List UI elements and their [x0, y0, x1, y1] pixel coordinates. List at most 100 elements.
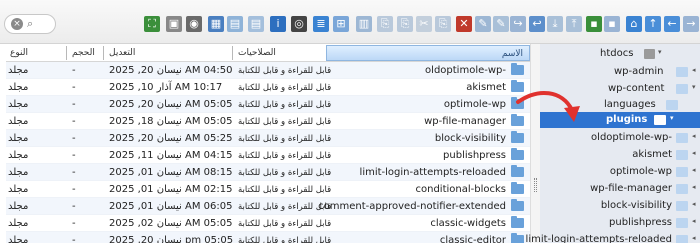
preview-icon[interactable]: ◎ — [291, 16, 307, 32]
file-name[interactable]: classic-editor — [440, 235, 506, 243]
file-name[interactable]: publishpress — [443, 150, 506, 161]
tree-node-wp-admin[interactable]: wp-admin ◂ — [600, 64, 698, 80]
folder-icon — [666, 100, 678, 110]
download-icon[interactable]: ⤓ — [547, 16, 563, 32]
tree-node-wp-content[interactable]: wp-content ▾ — [600, 81, 698, 97]
edit-icon[interactable]: ✎ — [493, 16, 509, 32]
tree-node-label: oldoptimole-wp- — [591, 132, 672, 143]
file-row[interactable]: مجلد - نيسان 20, 2025 AM 05:05 قابل للقراءة… — [6, 96, 530, 113]
file-row[interactable]: مجلد - نيسان 02, 2025 AM 05:05 قابل للقراءة… — [6, 215, 530, 232]
copy-icon[interactable]: ⎘ — [397, 16, 413, 32]
info-icon[interactable]: i — [270, 16, 286, 32]
column-permissions[interactable]: الصلاحيات — [238, 48, 276, 58]
file-type: مجلد — [8, 201, 29, 212]
tree-node-htdocs[interactable]: htdocs ▾ — [600, 46, 698, 62]
file-row[interactable]: مجلد - نيسان 01, 2025 AM 02:15 قابل للقراءة… — [6, 181, 530, 198]
up-icon[interactable]: ↑ — [645, 16, 661, 32]
view-icon[interactable]: ◉ — [186, 16, 202, 32]
search-icon: ⌕ — [27, 17, 34, 30]
file-row[interactable]: مجلد - نيسان 20, 2025 pm 05:05 قابل للقراءة… — [6, 232, 530, 243]
archive-icon[interactable]: ▣ — [166, 16, 182, 32]
file-row[interactable]: مجلد - نيسان 18, 2025 AM 05:05 قابل للقراءة… — [6, 113, 530, 130]
folder-icon — [511, 216, 524, 228]
file-name[interactable]: optimole-wp — [444, 99, 506, 110]
file-name[interactable]: comment-approved-notifier-extended — [318, 201, 506, 212]
search-box[interactable]: × ⌕ — [4, 14, 56, 34]
tree-node-plugin[interactable]: publishpress ◂ — [540, 215, 700, 231]
tree-node-plugin[interactable]: block-visibility ◂ — [540, 198, 700, 214]
file-row[interactable]: مجلد - نيسان 01, 2025 AM 08:15 قابل للقراءة… — [6, 164, 530, 181]
file-name[interactable]: oldoptimole-wp- — [425, 65, 506, 76]
file-name[interactable]: block-visibility — [435, 133, 506, 144]
file-size: - — [72, 235, 76, 243]
file-type: مجلد — [8, 116, 29, 127]
file-name[interactable]: classic-widgets — [430, 218, 506, 229]
column-name[interactable]: الاسم — [326, 45, 530, 61]
tree-node-plugin[interactable]: akismet ◂ — [540, 147, 700, 163]
upload-icon[interactable]: ⤒ — [566, 16, 582, 32]
tree-node-plugin[interactable]: oldoptimole-wp- ◂ — [540, 130, 700, 146]
save-alt-icon[interactable]: ▪ — [604, 16, 620, 32]
column-size[interactable]: الحجم — [72, 48, 95, 58]
column-type[interactable]: النوع — [10, 48, 28, 58]
back-icon[interactable]: ← — [664, 16, 680, 32]
file-row[interactable]: مجلد - نيسان 20, 2025 AM 05:25 قابل للقراءة… — [6, 130, 530, 147]
file-permissions: قابل للقراءة و قابل للكتابة — [238, 219, 332, 229]
file-rows: مجلد - نيسان 20, 2025 AM 04:50 قابل للقراءة… — [6, 62, 530, 243]
icon-view-icon[interactable]: ⊞ — [333, 16, 349, 32]
rename-icon[interactable]: ✎ — [475, 16, 491, 32]
file-name[interactable]: conditional-blocks — [416, 184, 507, 195]
chevron-left-icon: ◂ — [692, 183, 696, 191]
file-name[interactable]: limit-login-attempts-reloaded — [360, 167, 506, 178]
file-permissions: قابل للقراءة و قابل للكتابة — [238, 100, 332, 110]
tree-node-plugin[interactable]: optimole-wp ◂ — [540, 164, 700, 180]
column-modified[interactable]: التعديل — [109, 48, 135, 58]
image-icon[interactable]: ▤ — [227, 16, 243, 32]
file-modified: نيسان 01, 2025 AM 06:05 — [109, 201, 233, 212]
file-name[interactable]: wp-file-manager — [424, 116, 506, 127]
folder-icon — [676, 133, 688, 143]
toolbar: × ⌕ ⛶ ▣ ◉ ▦ ▤ ▤ i ◎ ≣ ⊞ ▥ ⎘ ⎘ ✂ ⎘ ✕ ✎ ✎ ↪ ↩ ⤓ ⤒ ▪ ▪ ⌂ ↑ ← → — [0, 0, 700, 44]
file-row[interactable]: مجلد - نيسان 11, 2025 AM 04:15 قابل للقراءة… — [6, 147, 530, 164]
file-modified: آذار 10, 2025 AM 10:17 — [109, 82, 223, 93]
file-size: - — [72, 99, 76, 110]
layout-icon[interactable]: ▥ — [356, 16, 372, 32]
home-icon[interactable]: ⌂ — [626, 16, 642, 32]
delete-icon[interactable]: ✕ — [456, 16, 472, 32]
folder-icon — [511, 131, 524, 143]
list-view-icon[interactable]: ≣ — [313, 16, 329, 32]
clear-search-icon[interactable]: × — [11, 18, 23, 30]
save-icon[interactable]: ▪ — [586, 16, 602, 32]
folder-icon — [676, 84, 688, 94]
file-name[interactable]: akismet — [466, 82, 506, 93]
paste-icon[interactable]: ⎘ — [377, 16, 393, 32]
panel-splitter[interactable] — [530, 44, 540, 243]
file-permissions: قابل للقراءة و قابل للكتابة — [238, 134, 332, 144]
chevron-left-icon: ◂ — [692, 234, 696, 242]
forward-icon[interactable]: → — [683, 16, 699, 32]
tree-node-languages[interactable]: languages — [600, 97, 698, 113]
tree-node-label: wp-file-manager — [590, 183, 672, 194]
duplicate-icon[interactable]: ⎘ — [435, 16, 451, 32]
chevron-left-icon: ◂ — [692, 132, 696, 140]
file-permissions: قابل للقراءة و قابل للكتابة — [238, 83, 332, 93]
folder-icon — [676, 67, 688, 77]
grid-view-icon[interactable]: ▦ — [208, 16, 224, 32]
file-row[interactable]: مجلد - نيسان 20, 2025 AM 04:50 قابل للقراءة… — [6, 62, 530, 79]
tree-node-label: publishpress — [609, 217, 672, 228]
image-edit-icon[interactable]: ▤ — [248, 16, 264, 32]
file-type: مجلد — [8, 99, 29, 110]
redo-icon[interactable]: ↪ — [510, 16, 526, 32]
cut-icon[interactable]: ✂ — [416, 16, 432, 32]
file-row[interactable]: مجلد - آذار 10, 2025 AM 10:17 قابل للقراءة … — [6, 79, 530, 96]
file-permissions: قابل للقراءة و قابل للكتابة — [238, 185, 332, 195]
file-size: - — [72, 116, 76, 127]
folder-icon — [511, 148, 524, 160]
file-modified: نيسان 20, 2025 AM 05:25 — [109, 133, 233, 144]
tree-node-plugin[interactable]: wp-file-manager ◂ — [540, 181, 700, 197]
file-row[interactable]: مجلد - نيسان 01, 2025 AM 06:05 قابل للقراءة… — [6, 198, 530, 215]
undo-icon[interactable]: ↩ — [529, 16, 545, 32]
fullscreen-icon[interactable]: ⛶ — [144, 16, 160, 32]
file-size: - — [72, 167, 76, 178]
tree-node-plugin[interactable]: limit-login-attempts-reloaded ◂ — [526, 232, 700, 243]
